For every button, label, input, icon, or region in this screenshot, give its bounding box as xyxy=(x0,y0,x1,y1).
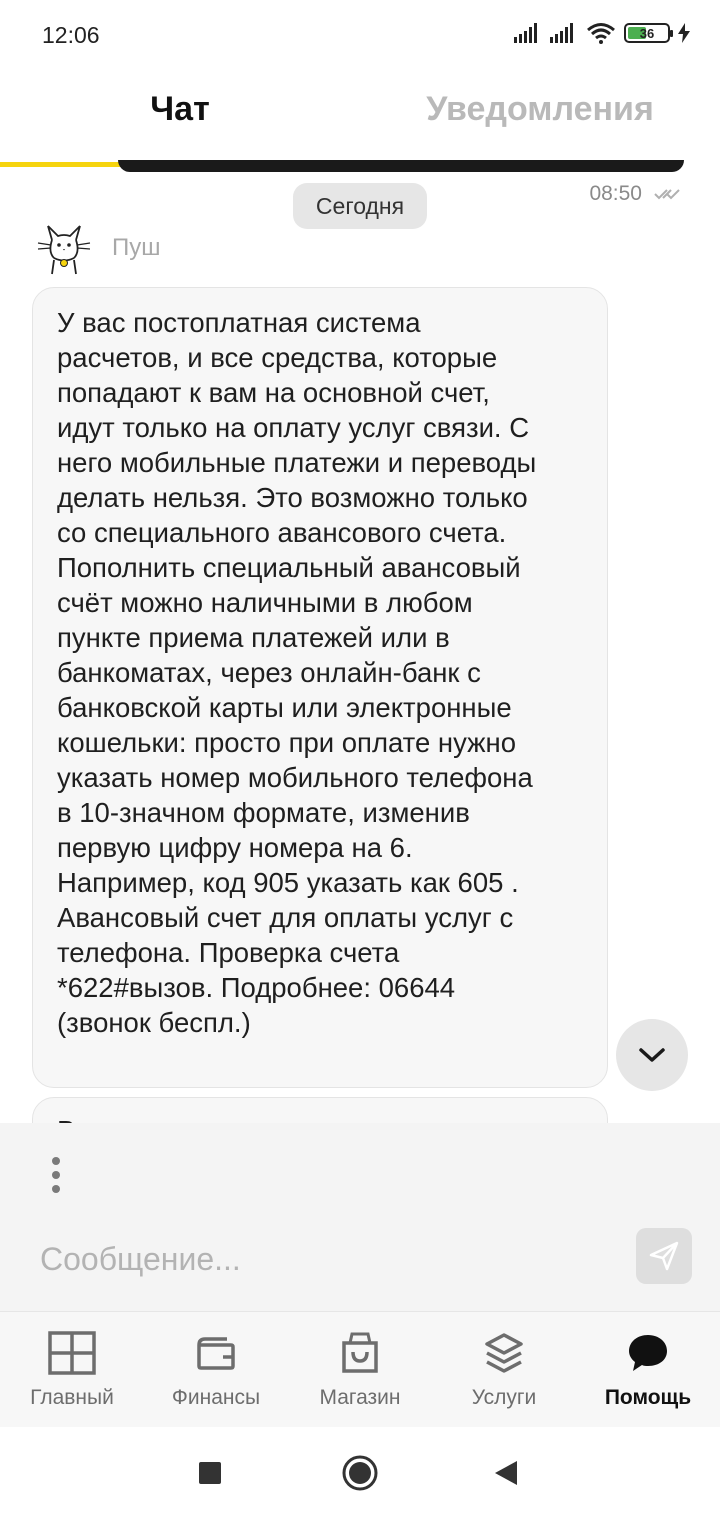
nav-label: Магазин xyxy=(319,1386,401,1409)
tab-notifications[interactable]: Уведомления xyxy=(360,90,720,129)
message-text: У вас постоплатная система расчетов, и в… xyxy=(57,307,537,1038)
shopping-bag-icon xyxy=(342,1332,378,1373)
signal-icon xyxy=(514,23,537,43)
send-button[interactable] xyxy=(636,1228,692,1284)
sender-name: Пуш xyxy=(112,234,161,261)
message-time-label: 08:50 xyxy=(589,182,642,205)
chat-feed[interactable]: Сегодня 08:50 Пуш У вас постоплатная сис… xyxy=(0,170,720,1123)
back-triangle-icon xyxy=(495,1461,517,1485)
square-icon xyxy=(199,1462,221,1484)
more-options-button[interactable] xyxy=(36,1153,76,1197)
nav-label: Главный xyxy=(30,1386,114,1409)
dot xyxy=(52,1171,60,1179)
status-icons: 36 xyxy=(514,22,690,44)
layers-icon xyxy=(485,1333,523,1373)
dot xyxy=(52,1185,60,1193)
cat-avatar-icon xyxy=(34,216,94,276)
circle-icon xyxy=(342,1455,378,1491)
message-time: 08:50 xyxy=(589,182,680,206)
message-input[interactable] xyxy=(40,1237,610,1281)
system-navigation-bar xyxy=(0,1427,720,1520)
send-icon xyxy=(649,1241,679,1271)
nav-item-services[interactable]: Услуги xyxy=(432,1328,576,1410)
charging-icon xyxy=(678,23,690,43)
wallet-icon xyxy=(197,1337,235,1370)
double-check-icon xyxy=(654,189,680,200)
tab-bar: Чат Уведомления xyxy=(0,70,720,167)
status-bar: 12:06 36 xyxy=(0,0,720,70)
date-separator: Сегодня xyxy=(293,183,427,229)
recents-button[interactable] xyxy=(190,1453,230,1493)
nav-item-finance[interactable]: Финансы xyxy=(144,1328,288,1410)
nav-label: Финансы xyxy=(171,1386,261,1409)
nav-label: Помощь xyxy=(604,1386,692,1409)
nav-label: Услуги xyxy=(471,1386,537,1409)
bottom-navigation: Главный Финансы Магазин Услуги Помощь xyxy=(0,1311,720,1427)
tab-chat[interactable]: Чат xyxy=(0,90,360,129)
nav-item-help[interactable]: Помощь xyxy=(576,1328,720,1410)
battery-icon: 36 xyxy=(624,23,673,43)
status-time: 12:06 xyxy=(42,22,100,48)
dot xyxy=(52,1157,60,1165)
message-bubble[interactable]: У вас постоплатная система расчетов, и в… xyxy=(32,287,608,1088)
scroll-down-button[interactable] xyxy=(616,1019,688,1091)
message-text: В xyxy=(57,1115,583,1123)
signal-icon xyxy=(550,23,573,43)
chat-bubble-icon xyxy=(629,1335,667,1371)
dashboard-icon xyxy=(48,1331,96,1375)
message-composer xyxy=(0,1123,720,1311)
back-button[interactable] xyxy=(486,1453,526,1493)
nav-item-shop[interactable]: Магазин xyxy=(288,1328,432,1410)
home-button[interactable] xyxy=(340,1453,380,1493)
chevron-down-icon xyxy=(639,1048,665,1062)
wifi-icon xyxy=(587,23,615,44)
battery-level: 36 xyxy=(639,25,655,41)
message-bubble[interactable]: В xyxy=(32,1097,608,1123)
nav-item-main[interactable]: Главный xyxy=(0,1328,144,1410)
